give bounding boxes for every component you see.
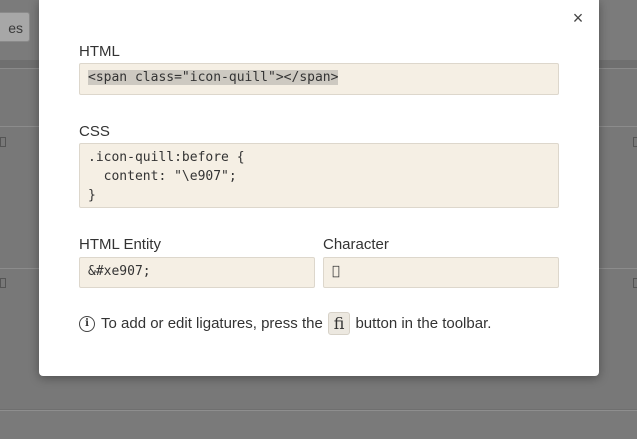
character-label: Character bbox=[323, 236, 389, 253]
background-row-divider bbox=[598, 268, 637, 269]
background-row-divider bbox=[598, 126, 637, 127]
ligature-key: ﬁ bbox=[327, 312, 351, 335]
info-icon: i bbox=[79, 315, 95, 332]
background-toolbar-button[interactable]: es bbox=[0, 12, 30, 42]
hint-text-before: To add or edit ligatures, press the bbox=[101, 315, 323, 332]
html-code-field[interactable]: <span class="icon-quill"></span> bbox=[79, 63, 559, 95]
html-entity-field[interactable]: &#xe907; bbox=[79, 257, 315, 288]
css-label: CSS bbox=[79, 123, 110, 140]
background-glyph[interactable] bbox=[633, 137, 637, 147]
background-glyph[interactable] bbox=[0, 278, 6, 288]
background-glyph[interactable] bbox=[633, 278, 637, 288]
hint-text-after: button in the toolbar. bbox=[355, 315, 492, 332]
background-glyph[interactable] bbox=[0, 137, 6, 147]
close-icon[interactable]: × bbox=[569, 8, 587, 28]
html-code-value: <span class="icon-quill"></span> bbox=[88, 70, 339, 85]
background-footer bbox=[0, 410, 637, 439]
background-row-divider bbox=[0, 126, 40, 127]
html-entity-label: HTML Entity bbox=[79, 236, 161, 253]
glyph-details-modal: × HTML <span class="icon-quill"></span> … bbox=[39, 0, 599, 376]
background-row-divider bbox=[0, 268, 40, 269]
html-label: HTML bbox=[79, 43, 120, 60]
ligature-hint: i To add or edit ligatures, press the ﬁ … bbox=[79, 312, 491, 335]
character-field[interactable]:  bbox=[323, 257, 559, 288]
css-code-field[interactable]: .icon-quill:before { content: "\e907"; } bbox=[79, 143, 559, 208]
